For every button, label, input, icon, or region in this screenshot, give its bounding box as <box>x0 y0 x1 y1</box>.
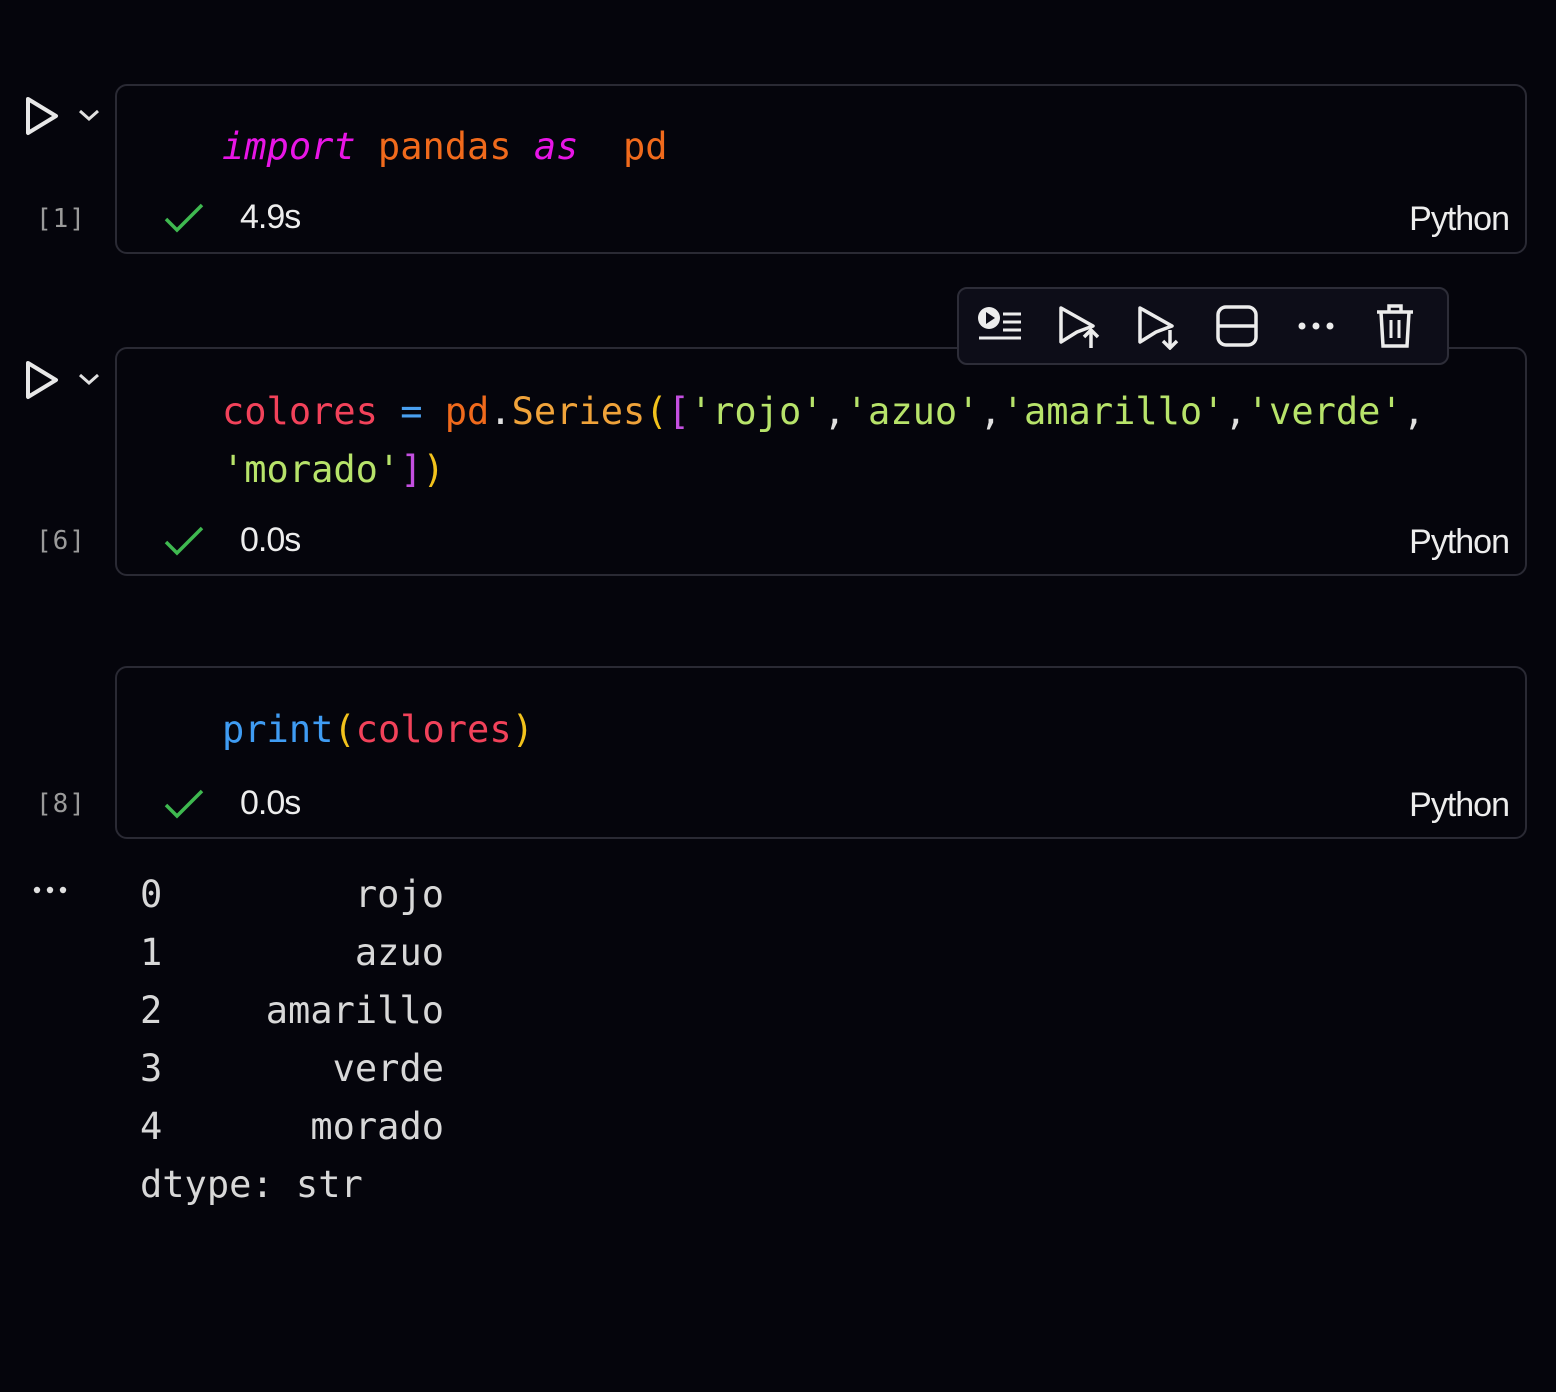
ellipsis-icon <box>33 886 67 894</box>
execution-time: 0.0s <box>240 784 301 822</box>
output-value: amarillo <box>265 989 444 1032</box>
language-selector[interactable]: Python <box>1409 786 1510 825</box>
split-cell-icon <box>1215 305 1258 347</box>
execute-above-button[interactable] <box>1052 298 1105 354</box>
output-index: 2 <box>140 989 163 1032</box>
output-index: 4 <box>140 1105 163 1148</box>
output-row: 1 azuo <box>140 924 444 982</box>
code-editor[interactable]: colores = pd.Series(['rojo','azuo','amar… <box>222 383 1425 499</box>
code-token: , <box>1224 390 1247 433</box>
run-by-line-icon <box>977 307 1021 340</box>
code-editor[interactable]: import pandas as pd <box>222 118 668 176</box>
code-token: colores <box>355 708 512 751</box>
language-selector[interactable]: Python <box>1409 200 1510 239</box>
code-token: as <box>533 125 579 168</box>
execute-below-icon <box>1137 306 1178 350</box>
code-token: , <box>1402 390 1425 433</box>
more-icon <box>1298 322 1333 330</box>
code-cell[interactable]: print(colores) 0.0s Python <box>115 666 1527 839</box>
delete-icon <box>1376 304 1413 348</box>
code-token: Series <box>511 390 646 433</box>
code-cell[interactable]: colores = pd.Series(['rojo','azuo','amar… <box>115 347 1527 576</box>
chevron-down-icon <box>79 109 99 122</box>
execution-count: [6] <box>36 526 86 556</box>
cell-toolbar <box>957 287 1449 365</box>
code-editor[interactable]: print(colores) <box>222 701 534 759</box>
output-value: azuo <box>354 931 444 974</box>
code-token: 'morado' <box>222 448 401 491</box>
split-cell-button[interactable] <box>1210 298 1263 354</box>
code-token: 'verde' <box>1246 390 1403 433</box>
code-token: ( <box>333 708 356 751</box>
delete-cell-button[interactable] <box>1368 298 1421 354</box>
check-icon <box>164 526 204 555</box>
output-row: 0 rojo <box>140 866 444 924</box>
more-actions-button[interactable] <box>1289 298 1342 354</box>
output-row: 3 verde <box>140 1040 444 1098</box>
cell-output: 0 rojo 1 azuo 2 amarillo 3 verde 4 morado dty… <box>140 866 444 1214</box>
code-token: ) <box>422 448 445 491</box>
code-token: 'rojo' <box>689 390 824 433</box>
run-cell-button[interactable] <box>20 358 64 402</box>
execution-count: [8] <box>36 789 86 819</box>
output-dtype: dtype: str <box>140 1163 363 1206</box>
code-token: 'amarillo' <box>1001 390 1225 433</box>
output-value: morado <box>310 1105 444 1148</box>
cell-status: 0.0s <box>162 521 301 560</box>
output-index: 3 <box>140 1047 163 1090</box>
code-token: [ <box>667 390 690 433</box>
run-cell-button[interactable] <box>20 94 64 138</box>
play-icon <box>26 361 58 399</box>
code-token: import <box>222 125 356 168</box>
cell-status: 0.0s <box>162 784 301 823</box>
output-value: rojo <box>354 873 444 916</box>
execution-time: 4.9s <box>240 198 301 236</box>
execute-above-icon <box>1058 306 1099 348</box>
code-cell[interactable]: import pandas as pd 4.9s Python <box>115 84 1527 254</box>
chevron-down-icon <box>79 373 99 386</box>
output-index: 1 <box>140 931 163 974</box>
output-row: 2 amarillo <box>140 982 444 1040</box>
code-token: , <box>979 390 1002 433</box>
code-token: , <box>823 390 846 433</box>
execute-below-button[interactable] <box>1131 298 1184 354</box>
code-token: pandas <box>355 125 534 168</box>
run-by-line-button[interactable] <box>973 298 1026 354</box>
output-row: 4 morado <box>140 1098 444 1156</box>
execute-options-button[interactable] <box>74 100 104 130</box>
code-token: = <box>400 390 423 433</box>
code-token: ) <box>511 708 534 751</box>
code-token: colores <box>222 390 378 433</box>
output-value: verde <box>332 1047 444 1090</box>
code-token: . <box>489 390 512 433</box>
code-token: print <box>222 708 334 751</box>
cell-status: 4.9s <box>162 198 301 237</box>
code-token: pd <box>444 390 490 433</box>
play-icon <box>26 97 58 135</box>
code-token: ] <box>400 448 423 491</box>
code-token: pd <box>578 125 668 168</box>
execute-options-button[interactable] <box>74 364 104 394</box>
execution-count: [1] <box>36 204 86 234</box>
language-selector[interactable]: Python <box>1409 523 1510 562</box>
check-icon <box>164 203 204 232</box>
output-index: 0 <box>140 873 163 916</box>
execution-time: 0.0s <box>240 521 301 559</box>
output-menu-button[interactable] <box>30 875 70 905</box>
check-icon <box>164 789 204 818</box>
code-token: ( <box>645 390 668 433</box>
code-token: 'azuo' <box>845 390 980 433</box>
